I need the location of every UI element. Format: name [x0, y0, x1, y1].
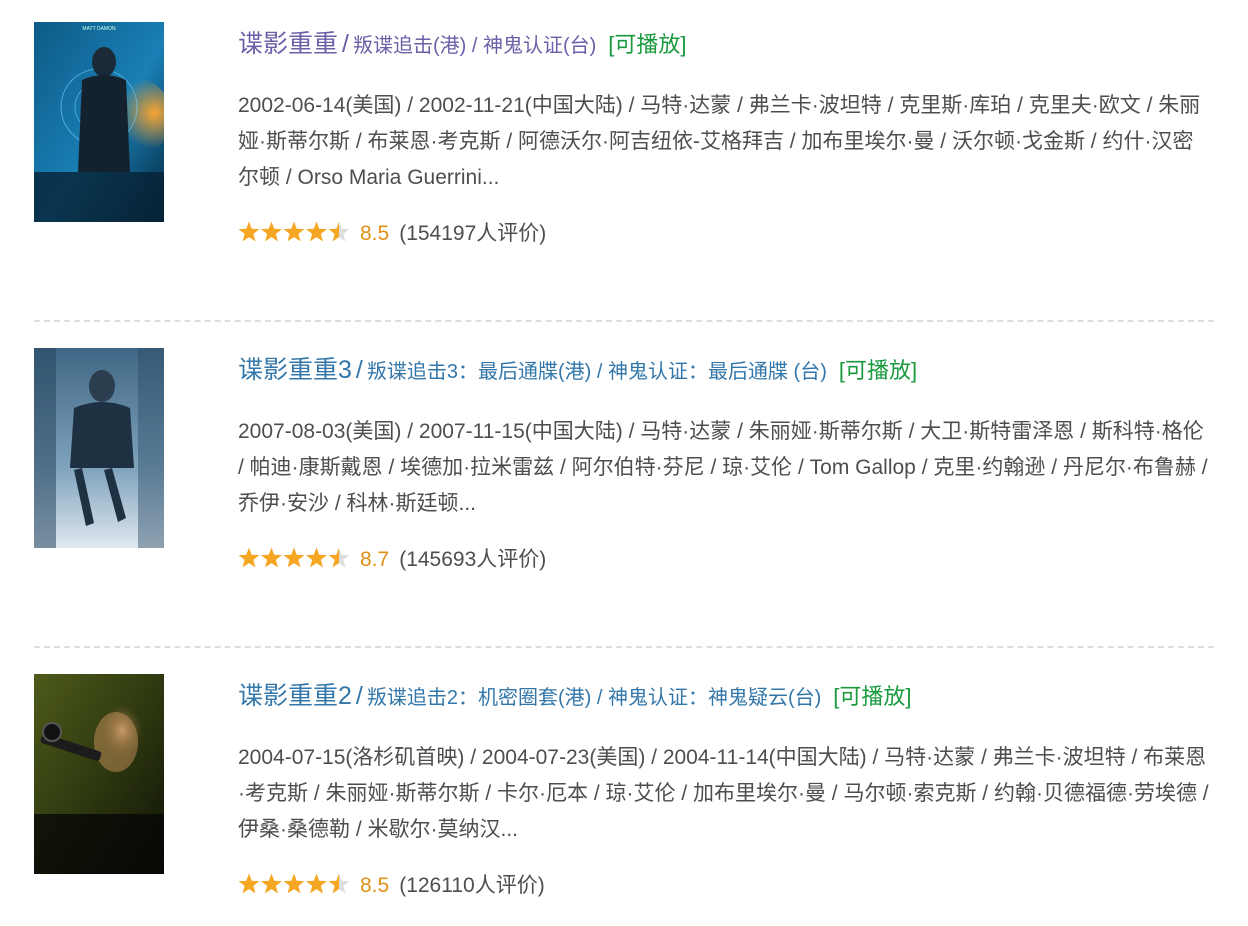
star-icon — [306, 547, 327, 568]
playable-tag[interactable]: [可播放] — [833, 684, 911, 709]
movie-info: 谍影重重3/叛谍追击3：最后通牒(港) / 神鬼认证：最后通牒 (台) [可播放]… — [238, 348, 1213, 578]
movie-abstract: 2007-08-03(美国) / 2007-11-15(中国大陆) / 马特·达… — [238, 420, 1208, 515]
title-line: 谍影重重 / 叛谍追击(港) / 神鬼认证(台) [可播放] — [238, 22, 1213, 66]
list-item: 谍影重重2/叛谍追击2：机密圈套(港) / 神鬼认证：神鬼疑云(台) [可播放] … — [0, 652, 1248, 926]
divider — [34, 646, 1214, 648]
movie-title-link[interactable]: 谍影重重2 — [238, 682, 352, 710]
poster-image — [34, 348, 164, 548]
movie-title-link[interactable]: 谍影重重 — [238, 30, 338, 58]
title-separator: / — [355, 682, 363, 710]
list-item: 谍影重重3/叛谍追击3：最后通牒(港) / 神鬼认证：最后通牒 (台) [可播放]… — [0, 326, 1248, 626]
rating-stars — [238, 872, 350, 896]
movie-info: 谍影重重 / 叛谍追击(港) / 神鬼认证(台) [可播放] 2002-06-14(美… — [238, 22, 1213, 252]
movie-alt-titles[interactable]: 叛谍追击3：最后通牒(港) / 神鬼认证：最后通牒 (台) — [367, 361, 827, 383]
star-icon — [306, 221, 327, 242]
divider — [34, 320, 1214, 322]
rating-line: 8.5 (126110人评价) — [238, 868, 1213, 904]
movie-abstract: 2002-06-14(美国) / 2002-11-21(中国大陆) / 马特·达… — [238, 94, 1201, 189]
star-icon — [283, 873, 305, 894]
star-icon — [306, 873, 327, 894]
rating-count: (154197人评价) — [399, 222, 547, 245]
title-separator: / — [355, 356, 363, 384]
rating-number: 8.5 — [360, 222, 390, 245]
rating-number: 8.5 — [360, 874, 390, 897]
star-icon — [261, 873, 282, 894]
movie-poster-bourne-identity[interactable]: MATT DAMON — [34, 22, 164, 222]
star-icon — [238, 547, 260, 568]
movie-alt-titles[interactable]: 叛谍追击2：机密圈套(港) / 神鬼认证：神鬼疑云(台) — [367, 687, 821, 709]
title-line: 谍影重重3/叛谍追击3：最后通牒(港) / 神鬼认证：最后通牒 (台) [可播放] — [238, 348, 1213, 392]
movie-poster-bourne-supremacy[interactable] — [34, 674, 164, 874]
playable-tag[interactable]: [可播放] — [839, 358, 917, 383]
rating-stars — [238, 546, 350, 570]
star-icon — [238, 221, 260, 242]
poster-image: MATT DAMON — [34, 22, 164, 222]
title-separator: / — [342, 30, 349, 58]
star-icon — [283, 547, 305, 568]
movie-title-link[interactable]: 谍影重重3 — [238, 356, 352, 384]
playable-tag[interactable]: [可播放] — [608, 32, 686, 57]
movie-info: 谍影重重2/叛谍追击2：机密圈套(港) / 神鬼认证：神鬼疑云(台) [可播放] … — [238, 674, 1213, 904]
svg-text:MATT DAMON: MATT DAMON — [82, 26, 116, 32]
rating-stars — [238, 220, 350, 244]
movie-alt-titles[interactable]: 叛谍追击(港) / 神鬼认证(台) — [353, 35, 596, 57]
rating-count: (145693人评价) — [399, 548, 547, 571]
star-icon — [261, 547, 282, 568]
list-item: MATT DAMON 谍影重重 / 叛谍追击(港) / 神鬼认证(台) [可播放] 2… — [0, 0, 1248, 300]
movie-poster-bourne-ultimatum[interactable] — [34, 348, 164, 548]
star-icon — [283, 221, 305, 242]
rating-line: 8.5 (154197人评价) — [238, 216, 1213, 252]
poster-image — [34, 674, 164, 874]
star-icon — [328, 547, 350, 568]
search-results-list: MATT DAMON 谍影重重 / 叛谍追击(港) / 神鬼认证(台) [可播放] 2… — [0, 0, 1248, 926]
star-icon — [328, 221, 350, 242]
title-line: 谍影重重2/叛谍追击2：机密圈套(港) / 神鬼认证：神鬼疑云(台) [可播放] — [238, 674, 1213, 718]
movie-abstract: 2004-07-15(洛杉矶首映) / 2004-07-23(美国) / 200… — [238, 746, 1209, 841]
rating-number: 8.7 — [360, 548, 390, 571]
rating-line: 8.7 (145693人评价) — [238, 542, 1213, 578]
star-icon — [328, 873, 350, 894]
rating-count: (126110人评价) — [399, 874, 545, 897]
star-icon — [261, 221, 282, 242]
star-icon — [238, 873, 260, 894]
